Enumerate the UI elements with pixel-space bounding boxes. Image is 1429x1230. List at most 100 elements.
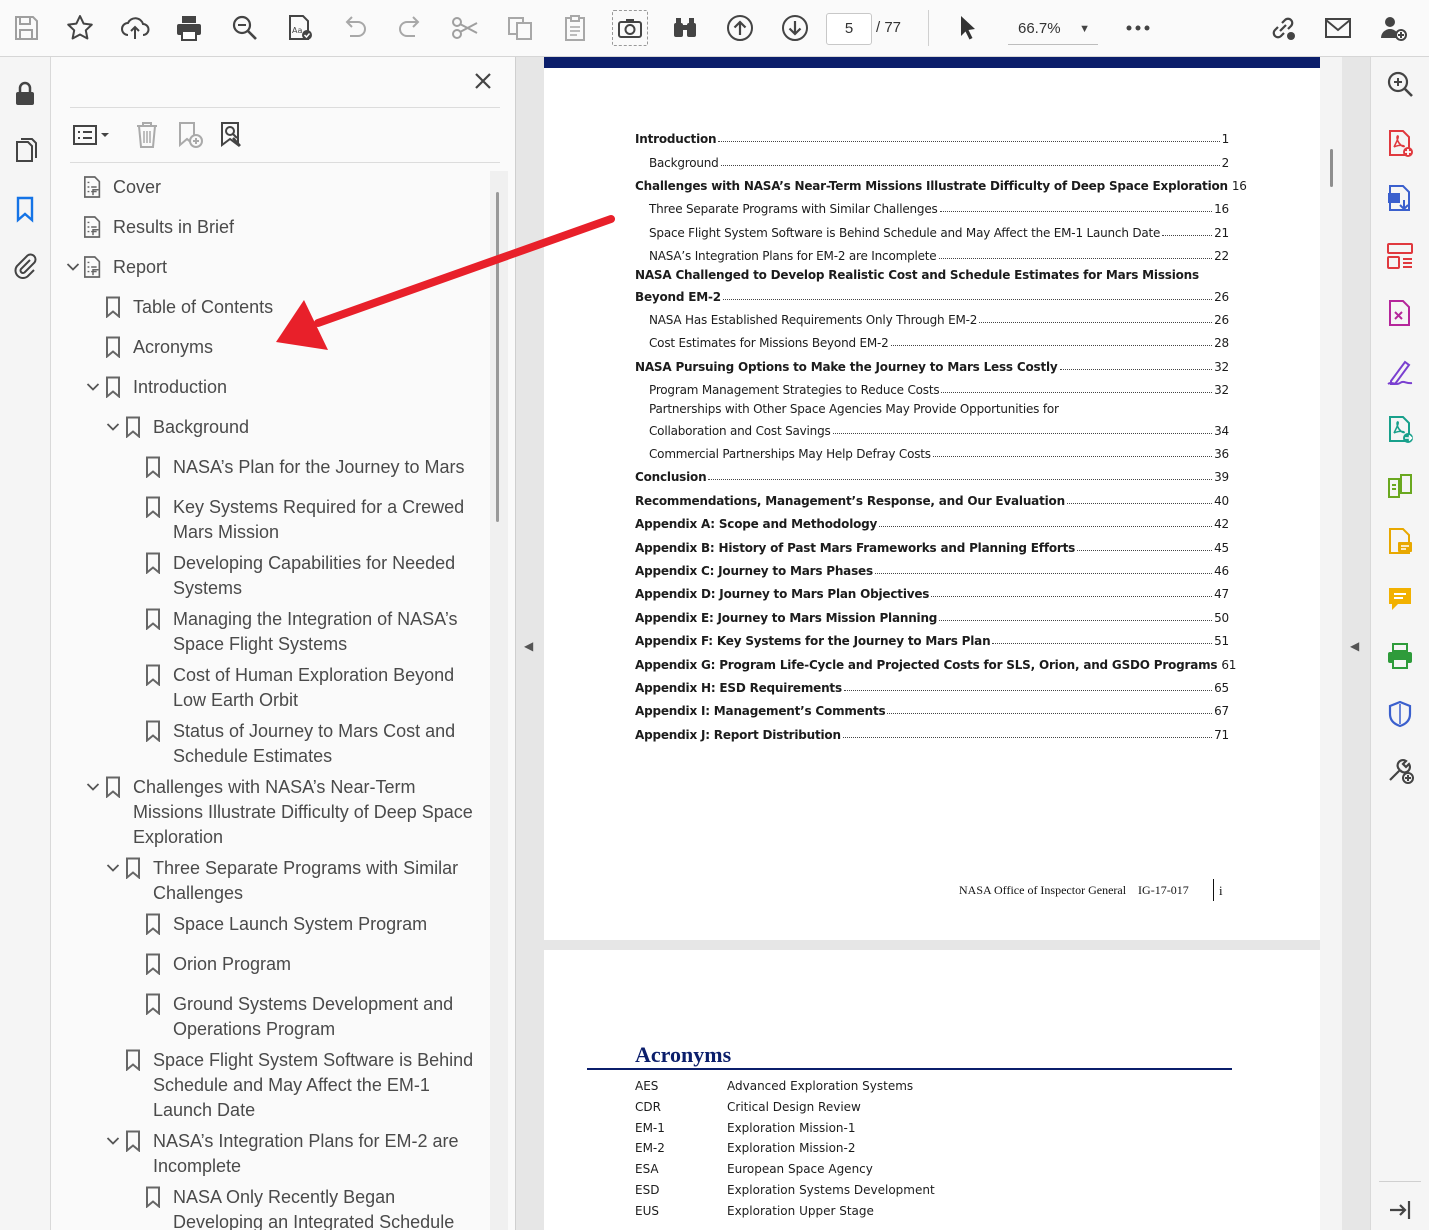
bookmark-scrollbar-thumb[interactable] bbox=[496, 192, 499, 522]
more-icon[interactable] bbox=[1120, 10, 1156, 46]
bookmark-item[interactable]: Space Launch System Program bbox=[123, 912, 427, 937]
attachment-paperclip-icon[interactable] bbox=[6, 247, 44, 285]
toc-entry[interactable]: Space Flight System Software is Behind S… bbox=[649, 222, 1229, 240]
bookmark-item[interactable]: Managing the Integration of NASA’s Space … bbox=[123, 607, 458, 657]
redo-icon[interactable] bbox=[392, 10, 428, 46]
bookmark-item[interactable]: Table of Contents bbox=[83, 295, 273, 320]
save-icon[interactable] bbox=[8, 10, 44, 46]
bookmark-item[interactable]: Acronyms bbox=[83, 335, 213, 360]
share-link-icon[interactable] bbox=[1265, 10, 1301, 46]
toc-entry[interactable]: NASA Has Established Requirements Only T… bbox=[649, 309, 1229, 327]
toc-entry[interactable]: Appendix D: Journey to Mars Plan Objecti… bbox=[635, 583, 1229, 601]
toc-entry-line[interactable]: NASA Challenged to Develop Realistic Cos… bbox=[635, 268, 1199, 282]
more-tools-icon[interactable] bbox=[1383, 753, 1417, 787]
snapshot-icon[interactable] bbox=[612, 10, 648, 46]
bookmark-item[interactable]: Background bbox=[103, 415, 249, 440]
print-production-icon[interactable] bbox=[1383, 639, 1417, 673]
bookmark-item[interactable]: Developing Capabilities for Needed System… bbox=[123, 551, 455, 601]
bookmark-panel-icon[interactable] bbox=[6, 190, 44, 228]
bookmark-item[interactable]: Introduction bbox=[83, 375, 227, 400]
zoom-dropdown[interactable]: 66.7% ▼ bbox=[1008, 13, 1098, 45]
bookmark-star-icon[interactable] bbox=[62, 10, 98, 46]
toc-entry[interactable]: Appendix B: History of Past Mars Framewo… bbox=[635, 537, 1229, 555]
chevron-down-icon[interactable] bbox=[103, 856, 123, 880]
send-for-review-icon[interactable] bbox=[1383, 413, 1417, 447]
add-user-icon[interactable] bbox=[1375, 10, 1411, 46]
new-bookmark-icon[interactable] bbox=[172, 117, 208, 153]
bookmark-scrollbar[interactable] bbox=[490, 171, 508, 1230]
bookmark-item[interactable]: Status of Journey to Mars Cost and Schedu… bbox=[123, 719, 455, 769]
collapse-right-panel-icon[interactable]: ◀ bbox=[1350, 639, 1359, 653]
bookmark-item[interactable]: Challenges with NASA’s Near-Term Missions… bbox=[83, 775, 473, 850]
close-icon[interactable] bbox=[469, 67, 497, 95]
chevron-down-icon[interactable] bbox=[83, 775, 103, 799]
bookmark-item[interactable]: Space Flight System Software is Behind Sc… bbox=[103, 1048, 473, 1123]
toc-entry[interactable]: Appendix C: Journey to Mars Phases 46 bbox=[635, 560, 1229, 578]
document-scrollbar-thumb[interactable] bbox=[1330, 149, 1333, 187]
toc-entry[interactable]: Appendix J: Report Distribution 71 bbox=[635, 724, 1229, 742]
toc-entry[interactable]: Commercial Partnerships May Help Defray … bbox=[649, 443, 1229, 461]
compare-files-icon[interactable] bbox=[1383, 469, 1417, 503]
bookmark-item[interactable]: Report bbox=[63, 255, 167, 280]
find-bookmark-icon[interactable] bbox=[214, 117, 250, 153]
toc-entry[interactable]: Introduction 1 bbox=[635, 128, 1229, 146]
edit-text-icon[interactable]: Aa bbox=[282, 10, 318, 46]
lock-icon[interactable] bbox=[6, 75, 44, 113]
bookmark-item[interactable]: Key Systems Required for a Crewed Mars Mi… bbox=[123, 495, 464, 545]
chevron-down-icon[interactable] bbox=[103, 415, 123, 439]
toc-entry[interactable]: Background 2 bbox=[649, 152, 1229, 170]
toc-entry[interactable]: Appendix H: ESD Requirements 65 bbox=[635, 677, 1229, 695]
bookmark-item[interactable]: NASA’s Integration Plans for EM-2 are Inc… bbox=[103, 1129, 458, 1179]
upload-cloud-icon[interactable] bbox=[117, 10, 153, 46]
toc-entry[interactable]: Appendix A: Scope and Methodology 42 bbox=[635, 513, 1229, 531]
bookmark-item[interactable]: NASA Only Recently Began Developing an In… bbox=[123, 1185, 454, 1230]
toc-entry[interactable]: Three Separate Programs with Similar Cha… bbox=[649, 198, 1229, 216]
delete-bookmark-icon[interactable] bbox=[129, 117, 165, 153]
page-number-input[interactable]: 5 bbox=[826, 13, 872, 45]
document-viewport[interactable]: ◀ Introduction 1 Background 2 Challenges wit… bbox=[516, 57, 1370, 1230]
pages-thumbnail-icon[interactable] bbox=[6, 132, 44, 170]
toc-entry[interactable]: Collaboration and Cost Savings 34 bbox=[649, 420, 1229, 438]
toc-entry[interactable]: NASA Pursuing Options to Make the Journe… bbox=[635, 356, 1229, 374]
toc-entry[interactable]: Appendix I: Management’s Comments 67 bbox=[635, 700, 1229, 718]
toc-entry[interactable]: Conclusion 39 bbox=[635, 466, 1229, 484]
paste-icon[interactable] bbox=[557, 10, 593, 46]
next-page-icon[interactable] bbox=[777, 10, 813, 46]
collapse-tools-icon[interactable] bbox=[1383, 1193, 1417, 1227]
zoom-search-tool-icon[interactable] bbox=[1383, 67, 1417, 101]
chevron-down-icon[interactable] bbox=[103, 1129, 123, 1153]
edit-pdf-icon[interactable] bbox=[1383, 297, 1417, 331]
print-icon[interactable] bbox=[171, 10, 207, 46]
organize-pages-icon[interactable] bbox=[1383, 239, 1417, 273]
bookmark-item[interactable]: NASA’s Plan for the Journey to Mars bbox=[123, 455, 464, 480]
bookmark-item[interactable]: Orion Program bbox=[123, 952, 291, 977]
chevron-down-icon[interactable] bbox=[63, 255, 83, 279]
chevron-down-icon[interactable] bbox=[83, 375, 103, 399]
protect-shield-icon[interactable] bbox=[1383, 697, 1417, 731]
bookmark-item[interactable]: Results in Brief bbox=[63, 215, 234, 240]
toc-entry[interactable]: Appendix G: Program Life-Cycle and Proje… bbox=[635, 654, 1236, 672]
undo-icon[interactable] bbox=[337, 10, 373, 46]
toc-entry-line[interactable]: Partnerships with Other Space Agencies M… bbox=[649, 402, 1059, 416]
toc-entry[interactable]: Program Management Strategies to Reduce … bbox=[649, 379, 1229, 397]
search-zoom-icon[interactable] bbox=[227, 10, 263, 46]
export-pdf-icon[interactable] bbox=[1383, 182, 1417, 216]
copy-icon[interactable] bbox=[502, 10, 538, 46]
email-icon[interactable] bbox=[1320, 10, 1356, 46]
comment-icon[interactable] bbox=[1383, 582, 1417, 616]
toc-entry[interactable]: Beyond EM-2 26 bbox=[635, 286, 1229, 304]
toc-entry[interactable]: Appendix E: Journey to Mars Mission Plan… bbox=[635, 607, 1229, 625]
toc-entry[interactable]: Recommendations, Management’s Response, … bbox=[635, 490, 1229, 508]
prev-page-icon[interactable] bbox=[722, 10, 758, 46]
select-cursor-icon[interactable] bbox=[950, 10, 986, 46]
toc-entry[interactable]: Challenges with NASA’s Near-Term Mission… bbox=[635, 175, 1247, 193]
create-pdf-icon[interactable] bbox=[1383, 127, 1417, 161]
collapse-left-panel-icon[interactable]: ◀ bbox=[524, 639, 533, 653]
toc-entry[interactable]: Appendix F: Key Systems for the Journey … bbox=[635, 630, 1229, 648]
bookmark-item[interactable]: Cover bbox=[63, 175, 161, 200]
toc-entry[interactable]: NASA’s Integration Plans for EM-2 are In… bbox=[649, 245, 1229, 263]
bookmark-options-icon[interactable] bbox=[70, 117, 114, 153]
bookmark-item[interactable]: Ground Systems Development and Operations… bbox=[123, 992, 453, 1042]
bookmark-item[interactable]: Three Separate Programs with Similar Chal… bbox=[103, 856, 458, 906]
toc-entry[interactable]: Cost Estimates for Missions Beyond EM-2 2… bbox=[649, 332, 1229, 350]
